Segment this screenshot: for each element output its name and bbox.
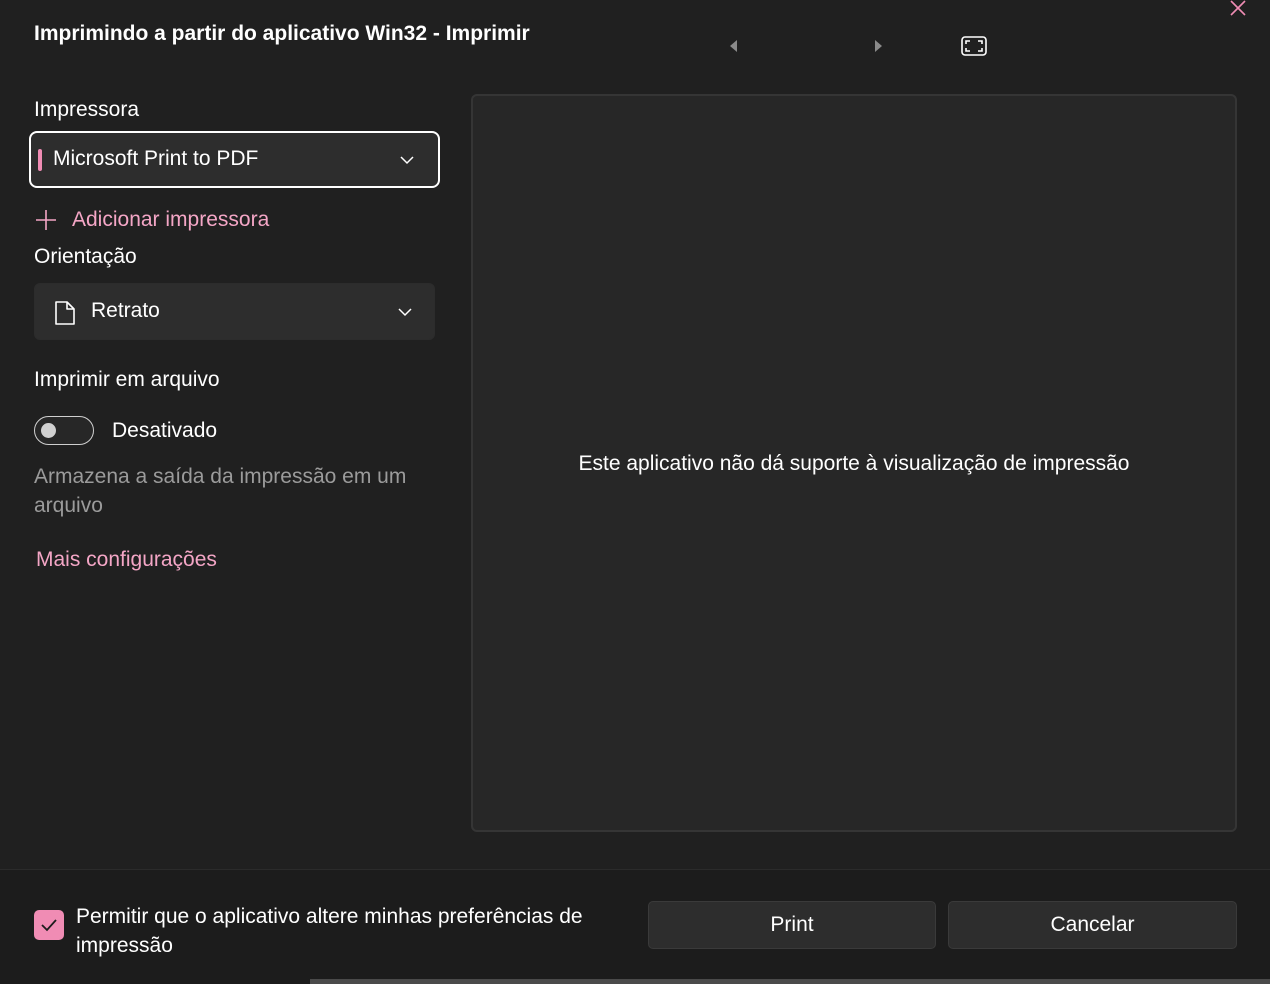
caret-left-icon <box>730 40 737 52</box>
preview-unavailable-message: Este aplicativo não dá suporte à visuali… <box>578 452 1130 475</box>
more-settings-link[interactable]: Mais configurações <box>36 548 217 572</box>
chevron-down-icon <box>398 308 412 317</box>
print-button[interactable]: Print <box>648 901 936 949</box>
print-to-file-description: Armazena a saída da impressão em um arqu… <box>34 465 407 517</box>
horizontal-scrollbar[interactable] <box>310 979 1270 984</box>
toggle-knob <box>41 423 56 438</box>
allow-preferences-label: Permitir que o aplicativo altere minhas … <box>76 905 583 957</box>
close-icon <box>1230 0 1246 16</box>
focus-accent-bar <box>38 149 42 171</box>
previous-page-button[interactable] <box>720 32 748 60</box>
print-to-file-toggle[interactable] <box>34 416 94 445</box>
dialog-title: Imprimindo a partir do aplicativo Win32 … <box>34 22 530 45</box>
fit-to-window-icon <box>961 36 987 56</box>
orientation-select[interactable]: Retrato <box>34 283 435 340</box>
orientation-label: Orientação <box>34 245 137 268</box>
printer-label: Impressora <box>34 98 140 121</box>
printer-select-value: Microsoft Print to PDF <box>53 147 259 170</box>
close-button[interactable] <box>1222 0 1254 20</box>
add-printer-link[interactable]: Adicionar impressora <box>34 205 269 235</box>
add-printer-label: Adicionar impressora <box>72 208 270 231</box>
caret-right-icon <box>875 40 882 52</box>
chevron-down-icon <box>400 156 414 165</box>
document-icon <box>55 301 75 325</box>
orientation-select-value: Retrato <box>91 299 160 322</box>
allow-preferences-checkbox[interactable] <box>34 910 64 940</box>
cancel-button[interactable]: Cancelar <box>948 901 1237 949</box>
print-to-file-label: Imprimir em arquivo <box>34 368 220 391</box>
print-preview-pane: Este aplicativo não dá suporte à visuali… <box>471 94 1237 832</box>
print-dialog: Imprimindo a partir do aplicativo Win32 … <box>0 0 1270 984</box>
next-page-button[interactable] <box>864 32 892 60</box>
fit-to-window-button[interactable] <box>960 32 988 60</box>
print-to-file-state: Desativado <box>112 419 218 442</box>
printer-select[interactable]: Microsoft Print to PDF <box>29 131 440 188</box>
plus-icon <box>36 210 56 230</box>
checkmark-icon <box>41 919 57 932</box>
